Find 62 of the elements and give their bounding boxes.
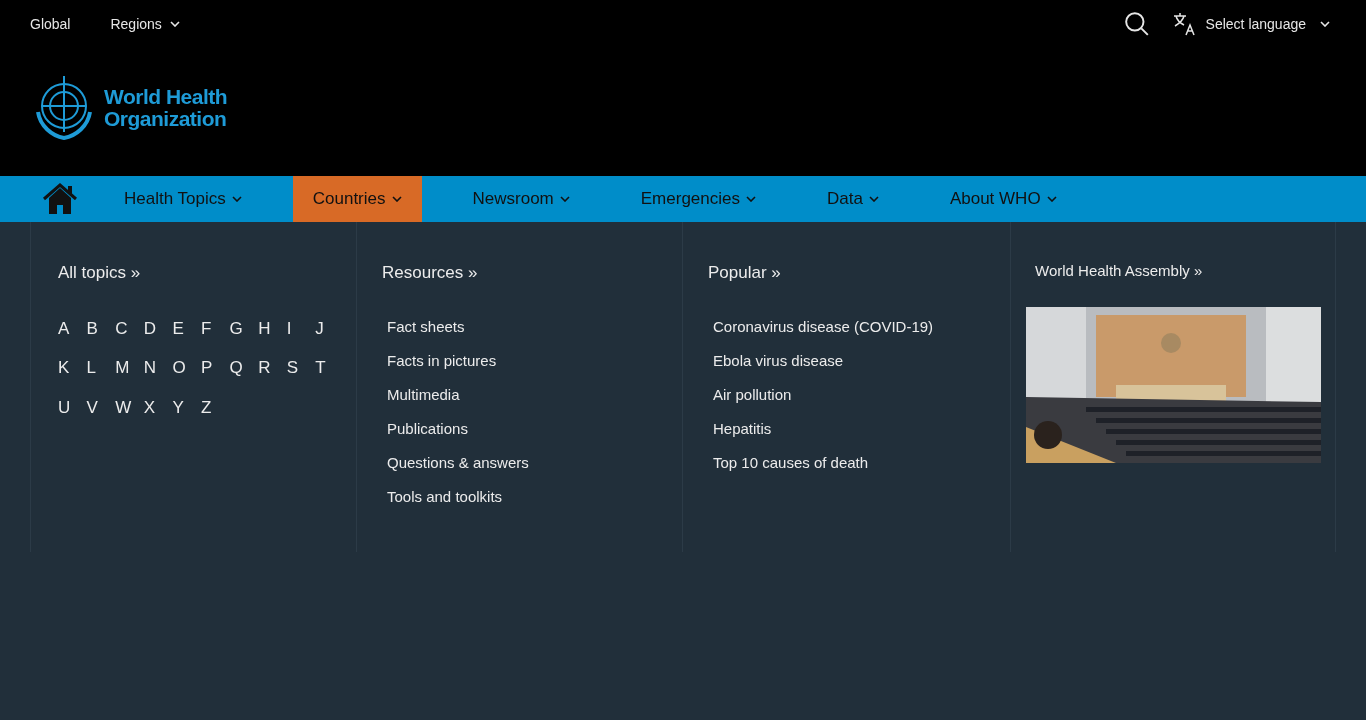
nav-tab[interactable]: Newsroom (452, 176, 590, 222)
chevron-down-icon (1320, 21, 1330, 27)
chevron-down-icon (391, 196, 402, 202)
letter-link[interactable]: N (143, 355, 157, 381)
menu-link[interactable]: Facts in pictures (387, 350, 497, 371)
resources-link[interactable]: Resources » (382, 260, 682, 286)
global-link[interactable]: Global (30, 13, 71, 35)
letter-link[interactable]: W (115, 394, 132, 420)
letter-link[interactable]: O (172, 355, 186, 381)
menu-link[interactable]: Ebola virus disease (713, 350, 844, 371)
letter-link[interactable]: Z (200, 394, 212, 420)
chevron-down-icon (1046, 196, 1057, 202)
letter-link[interactable]: L (86, 355, 97, 381)
nav-tab[interactable]: About WHO (929, 176, 1077, 222)
chevron-down-icon (868, 196, 879, 202)
menu-link[interactable]: Coronavirus disease (COVID-19) (713, 316, 934, 337)
menu-link[interactable]: Fact sheets (387, 316, 465, 337)
language-dropdown[interactable]: Select language (1205, 13, 1330, 35)
chevron-down-icon (746, 196, 756, 202)
nav-tab[interactable]: Emergencies (620, 176, 776, 222)
menu-link[interactable]: Hepatitis (713, 418, 772, 439)
letter-link[interactable]: X (143, 394, 156, 420)
letter-link[interactable]: B (86, 315, 98, 341)
popular-link[interactable]: Popular » (708, 260, 1010, 286)
letter-link[interactable]: M (115, 355, 130, 381)
letter-link[interactable]: I (286, 315, 292, 341)
letter-link[interactable]: Q (229, 355, 243, 381)
letter-link[interactable]: H (258, 315, 271, 341)
letter-link[interactable]: T (315, 355, 326, 381)
logo-wordmark[interactable]: World Health Organization (104, 86, 228, 130)
feature-link[interactable]: World Health Assembly » (1035, 260, 1335, 283)
translate-icon (1171, 11, 1198, 37)
menu-link[interactable]: Multimedia (387, 384, 460, 405)
letter-link[interactable]: P (200, 355, 213, 381)
letter-link[interactable]: G (229, 315, 243, 341)
chevron-down-icon (559, 196, 570, 202)
letter-link[interactable]: R (258, 355, 271, 381)
nav-tab[interactable]: Data (807, 176, 899, 222)
menu-link[interactable]: Top 10 causes of death (713, 452, 869, 473)
letter-link[interactable]: U (58, 394, 71, 420)
letter-link[interactable]: Y (172, 394, 184, 420)
menu-link[interactable]: Air pollution (713, 384, 792, 405)
letter-link[interactable]: V (86, 394, 98, 420)
letter-link[interactable]: D (143, 315, 157, 341)
search-icon[interactable] (1123, 11, 1150, 37)
menu-link[interactable]: Publications (387, 418, 468, 439)
letter-link[interactable]: S (286, 355, 299, 381)
menu-link[interactable]: Tools and toolkits (387, 486, 503, 507)
letter-link[interactable]: C (115, 315, 128, 341)
letter-link[interactable]: F (200, 315, 212, 341)
menu-link[interactable]: Questions & answers (387, 452, 529, 473)
regions-dropdown[interactable]: Regions (110, 13, 180, 35)
chevron-down-icon (169, 21, 180, 27)
letter-link[interactable]: A (58, 315, 70, 341)
letter-link[interactable]: J (315, 315, 324, 341)
nav-tab[interactable]: Health Topics (104, 176, 262, 222)
home-icon[interactable] (42, 183, 78, 215)
all-topics-link[interactable]: All topics » (58, 260, 329, 286)
letter-link[interactable]: E (172, 315, 184, 341)
letter-link[interactable]: K (58, 355, 70, 381)
nav-tab[interactable]: Countries (292, 176, 422, 222)
chevron-down-icon (231, 196, 242, 202)
